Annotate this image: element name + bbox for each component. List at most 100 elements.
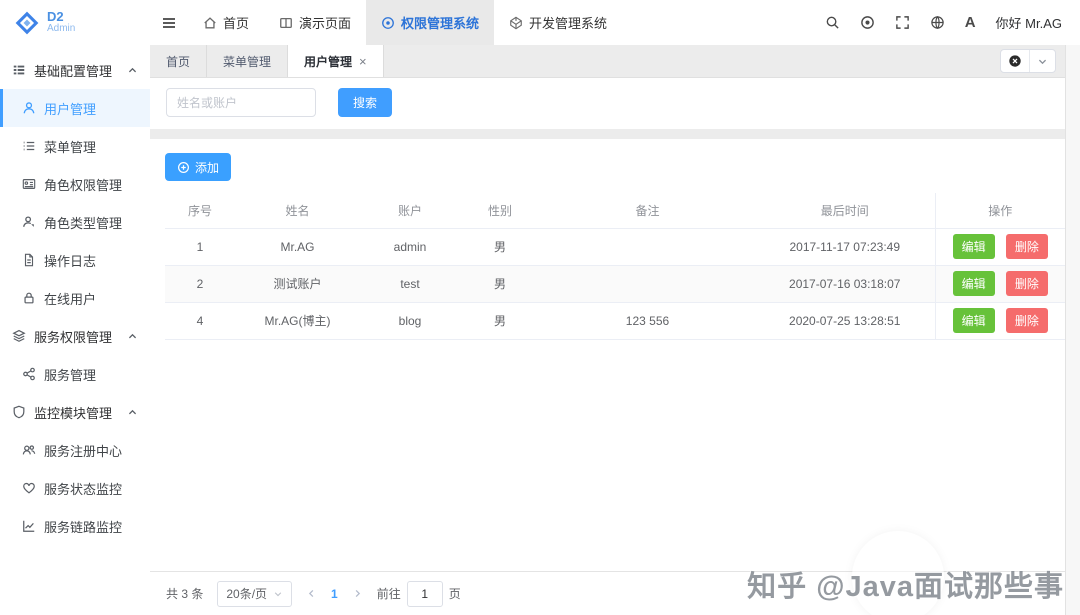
sidebar-toggle-button[interactable] [150,0,188,45]
globe-icon[interactable] [930,15,945,30]
cell-time: 2017-11-17 07:23:49 [755,228,935,266]
sidebar-group-label: 监控模块管理 [34,405,113,421]
cell-time: 2020-07-25 13:28:51 [755,302,935,340]
sidebar-item-online-users[interactable]: 在线用户 [0,279,150,317]
cell-remark: 123 556 [540,302,755,340]
tab-label: 用户管理 [304,54,353,69]
sidebar-group-service-permission[interactable]: 服务权限管理 [0,317,150,355]
table-row: 2 测试账户 test 男 2017-07-16 03:18:07 编辑 删除 [165,265,1065,303]
col-header-account: 账户 [360,193,460,229]
goto-page-input[interactable] [406,580,443,607]
tab-label: 菜单管理 [223,54,272,69]
delete-button[interactable]: 删除 [1005,271,1048,296]
id-card-icon [22,177,36,191]
delete-button[interactable]: 删除 [1005,308,1048,333]
sidebar-group-monitor-module[interactable]: 监控模块管理 [0,393,150,431]
topnav-item-demo-pages[interactable]: 演示页面 [264,0,366,45]
edit-button[interactable]: 编辑 [952,271,995,296]
page-size-select[interactable]: 20条/页 [217,580,293,607]
user-greeting[interactable]: 你好 Mr.AG [996,13,1062,32]
file-icon [22,253,36,267]
topnav-item-dev-system[interactable]: 开发管理系统 [494,0,622,45]
col-header-time: 最后时间 [755,193,935,229]
sidebar-item-role-permission[interactable]: 角色权限管理 [0,165,150,203]
add-button[interactable]: 添加 [165,153,232,181]
fullscreen-icon[interactable] [895,15,910,30]
sidebar-item-service-registry[interactable]: 服务注册中心 [0,431,150,469]
tab-menu-management[interactable]: 菜单管理 [207,45,289,77]
col-header-name: 姓名 [235,193,360,229]
tab-home[interactable]: 首页 [150,45,208,77]
tab-user-management[interactable]: 用户管理 × [288,45,384,77]
tab-actions-dropdown-button[interactable] [1029,50,1055,72]
goto-unit: 页 [448,587,461,601]
top-nav: 首页 演示页面 权限管理系统 开发管理系统 [188,0,622,45]
search-button[interactable]: 搜索 [338,88,393,117]
edit-button[interactable]: 编辑 [952,234,995,259]
col-header-id: 序号 [165,193,235,229]
sidebar-item-user-management[interactable]: 用户管理 [0,89,150,127]
cell-gender: 男 [460,228,540,266]
chevron-up-icon [127,65,138,76]
brand-line1: D2 [47,9,64,25]
content-card: 添加 序号 姓名 账户 性别 备注 最后时间 操作 1 Mr.AG admin … [150,139,1080,571]
chevron-up-icon [127,407,138,418]
cell-time: 2017-07-16 03:18:07 [755,265,935,303]
cell-actions: 编辑 删除 [934,265,1065,303]
sidebar-item-operation-log[interactable]: 操作日志 [0,241,150,279]
record-icon[interactable] [860,15,875,30]
table-row: 1 Mr.AG admin 男 2017-11-17 07:23:49 编辑 删… [165,228,1065,266]
topnav-item-permission-system[interactable]: 权限管理系统 [366,0,495,45]
sidebar-item-label: 角色权限管理 [44,177,123,193]
prev-page-button[interactable] [306,588,317,599]
tab-close-icon[interactable]: × [359,55,367,68]
page-size-value: 20条/页 [226,587,268,601]
dot-circle-icon [381,16,395,30]
sidebar-item-label: 用户管理 [44,101,97,117]
chevron-up-icon [127,331,138,342]
logo-text: D2 Admin [47,10,75,34]
page-number-current[interactable]: 1 [327,587,342,601]
user-table: 序号 姓名 账户 性别 备注 最后时间 操作 1 Mr.AG admin 男 2… [165,193,1065,340]
layers-icon [12,329,26,343]
cell-remark [540,265,755,303]
next-page-button[interactable] [352,588,363,599]
cell-actions: 编辑 删除 [934,302,1065,340]
sidebar-item-service-status[interactable]: 服务状态监控 [0,469,150,507]
sidebar: 基础配置管理 用户管理 菜单管理 角色权限管理 角色类型管理 操作日志 在线用户… [0,45,150,615]
app-logo[interactable]: D2 Admin [0,10,150,36]
cell-name: 测试账户 [235,265,360,303]
cell-gender: 男 [460,302,540,340]
topnav-label: 权限管理系统 [401,16,480,31]
topnav-item-home[interactable]: 首页 [188,0,264,45]
d2-admin-app: D2 Admin 首页 演示页面 权限管理系统 开发管理系统 A 你好 Mr.A… [0,0,1080,615]
sidebar-item-label: 角色类型管理 [44,215,123,231]
tab-actions-control [1000,49,1056,73]
plus-circle-icon [177,161,190,174]
close-all-tabs-button[interactable] [1001,50,1029,72]
sidebar-item-service-management[interactable]: 服务管理 [0,355,150,393]
sidebar-item-menu-management[interactable]: 菜单管理 [0,127,150,165]
sidebar-group-label: 服务权限管理 [34,329,113,345]
add-button-label: 添加 [195,160,220,175]
header-actions: A 你好 Mr.AG [825,13,1080,32]
cell-name: Mr.AG(博主) [235,302,360,340]
user-icon [22,101,36,115]
font-size-icon[interactable]: A [965,14,976,31]
goto-label: 前往 [376,587,401,601]
th-list-icon [12,63,26,77]
share-nodes-icon [22,367,36,381]
search-input[interactable] [166,88,316,117]
cell-actions: 编辑 删除 [934,228,1065,266]
users-icon [22,443,36,457]
sidebar-group-basic-config[interactable]: 基础配置管理 [0,51,150,89]
sidebar-item-service-trace[interactable]: 服务链路监控 [0,507,150,545]
scrollbar[interactable] [1065,45,1080,615]
delete-button[interactable]: 删除 [1005,234,1048,259]
chart-line-icon [22,519,36,533]
sidebar-item-role-type[interactable]: 角色类型管理 [0,203,150,241]
cell-account: blog [360,302,460,340]
search-icon[interactable] [825,15,840,30]
edit-button[interactable]: 编辑 [952,308,995,333]
user-tag-icon [22,215,36,229]
